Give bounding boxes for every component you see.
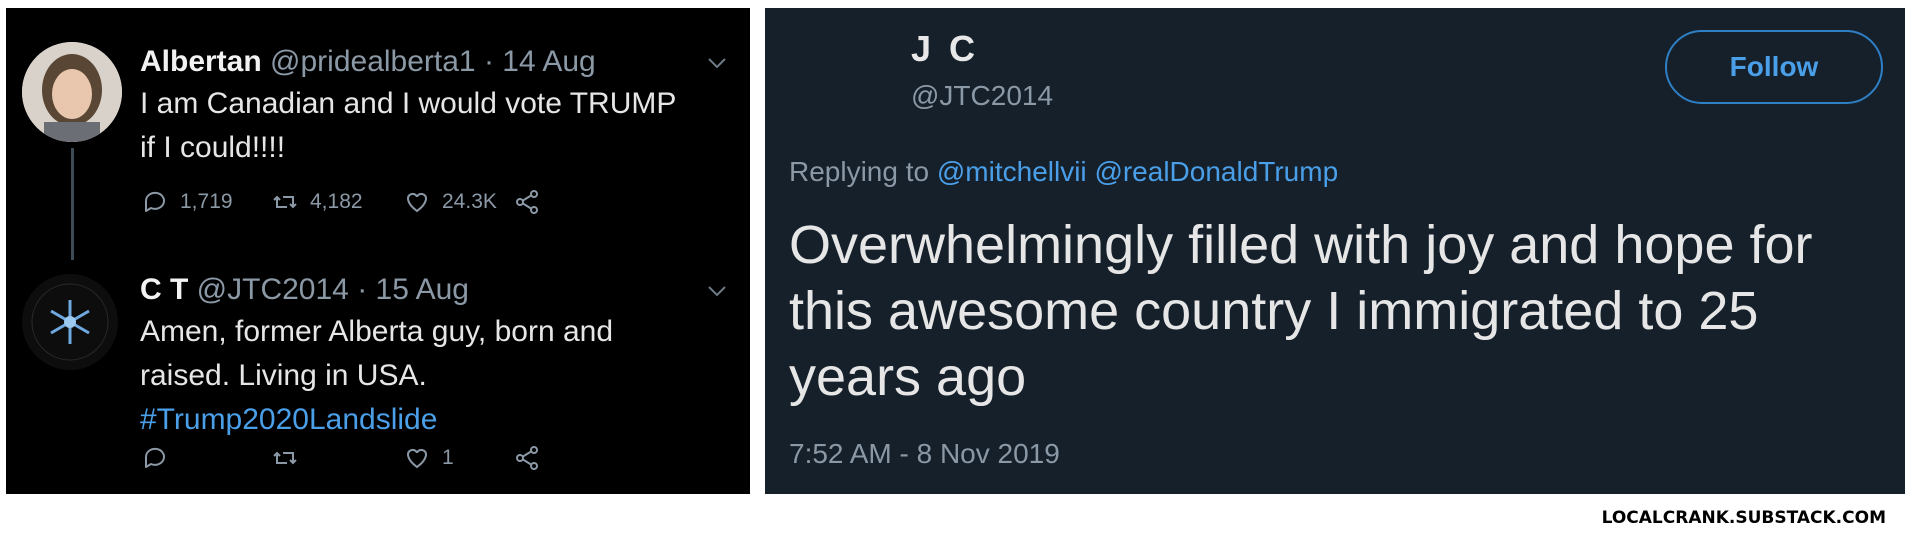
left-screenshot-panel: Albertan @pridealberta1 · 14 Aug I am Ca… bbox=[6, 8, 750, 494]
share-icon bbox=[516, 190, 538, 214]
retweet-button[interactable] bbox=[270, 442, 310, 474]
reply-count: 1,719 bbox=[180, 190, 233, 213]
author-meta: @pridealberta1 · 14 Aug bbox=[270, 45, 596, 78]
tweet-actions: 1 bbox=[140, 442, 660, 474]
author-name[interactable]: Albertan bbox=[140, 45, 262, 78]
reply-button[interactable]: 1,719 bbox=[140, 186, 233, 218]
like-icon bbox=[407, 448, 427, 469]
tweet-text-line: Overwhelmingly filled with joy and hope … bbox=[789, 215, 1813, 275]
reply-icon bbox=[144, 447, 165, 468]
avatar[interactable] bbox=[22, 274, 118, 370]
tweet-header: Albertan @pridealberta1 · 14 Aug bbox=[140, 44, 596, 80]
tweet-albertan[interactable]: Albertan @pridealberta1 · 14 Aug I am Ca… bbox=[6, 8, 750, 260]
tweet-actions: 1,719 4,182 24.3K bbox=[140, 186, 660, 218]
tweet-header: C T @JTC2014 · 15 Aug bbox=[140, 272, 469, 308]
watermark: LOCALCRANK.SUBSTACK.COM bbox=[1601, 508, 1886, 528]
tweet-text: Amen, former Alberta guy, born and raise… bbox=[140, 310, 740, 442]
tweet-text-line: Amen, former Alberta guy, born and bbox=[140, 315, 614, 348]
like-count: 1 bbox=[442, 446, 454, 469]
retweet-count: 4,182 bbox=[310, 190, 363, 213]
tweet-text-line: raised. Living in USA. bbox=[140, 359, 427, 392]
mention-link[interactable]: @realDonaldTrump bbox=[1094, 156, 1338, 187]
chevron-down-icon[interactable] bbox=[706, 280, 728, 302]
tweet-text-line: this awesome country I immigrated to 25 bbox=[789, 281, 1759, 341]
replying-prefix: Replying to bbox=[789, 156, 930, 187]
reply-button[interactable] bbox=[140, 442, 180, 474]
author-name[interactable]: C T bbox=[140, 273, 188, 306]
chevron-down-icon[interactable] bbox=[706, 52, 728, 74]
like-icon bbox=[407, 192, 427, 213]
reply-icon bbox=[144, 191, 165, 212]
author-meta: @JTC2014 · 15 Aug bbox=[196, 273, 469, 306]
right-screenshot-panel: J C @JTC2014 Follow Replying to @mitchel… bbox=[765, 8, 1905, 494]
author-name[interactable]: J C bbox=[911, 28, 979, 70]
like-button[interactable]: 24.3K bbox=[402, 186, 497, 218]
like-count: 24.3K bbox=[442, 190, 497, 213]
tweet-text: I am Canadian and I would vote TRUMP if … bbox=[140, 82, 740, 170]
like-button[interactable]: 1 bbox=[402, 442, 454, 474]
tweet-ct[interactable]: C T @JTC2014 · 15 Aug Amen, former Alber… bbox=[6, 258, 750, 494]
share-button[interactable] bbox=[512, 442, 542, 474]
tweet-timestamp[interactable]: 7:52 AM - 8 Nov 2019 bbox=[789, 438, 1060, 470]
retweet-icon bbox=[273, 195, 297, 209]
share-icon bbox=[516, 446, 538, 470]
replying-to-line: Replying to @mitchellvii @realDonaldTrum… bbox=[789, 156, 1338, 188]
hashtag-link[interactable]: #Trump2020Landslide bbox=[140, 398, 740, 442]
avatar[interactable] bbox=[22, 42, 122, 142]
mention-link[interactable]: @mitchellvii bbox=[937, 156, 1087, 187]
follow-button[interactable]: Follow bbox=[1665, 30, 1883, 104]
author-handle[interactable]: @JTC2014 bbox=[911, 80, 1053, 112]
thread-connector-line bbox=[71, 148, 74, 260]
tweet-text-line: if I could!!!! bbox=[140, 131, 286, 164]
retweet-button[interactable]: 4,182 bbox=[270, 186, 363, 218]
tweet-text-line: I am Canadian and I would vote TRUMP bbox=[140, 87, 677, 120]
share-button[interactable] bbox=[512, 186, 542, 218]
tweet-text: Overwhelmingly filled with joy and hope … bbox=[789, 212, 1889, 410]
tweet-text-line: years ago bbox=[789, 347, 1027, 407]
retweet-icon bbox=[273, 451, 297, 465]
